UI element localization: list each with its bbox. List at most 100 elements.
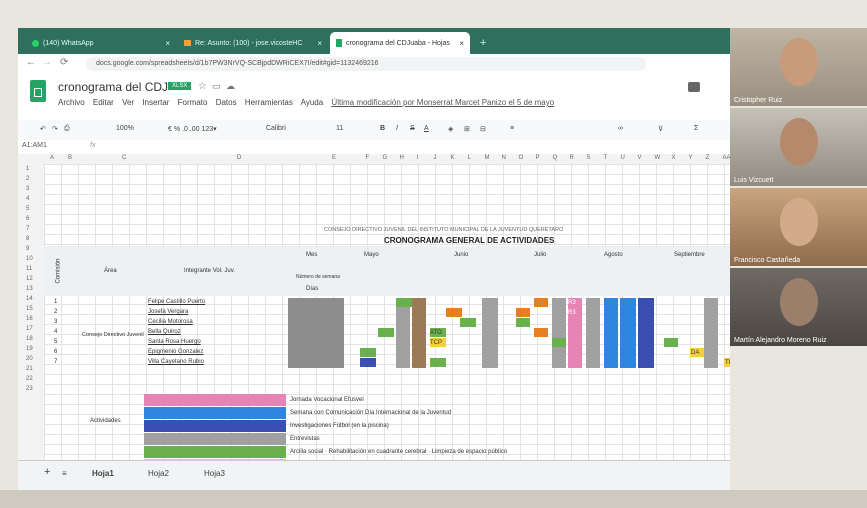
column-header-label[interactable]: O xyxy=(519,155,524,161)
menu-editar[interactable]: Editar xyxy=(93,98,114,107)
column-header-label[interactable]: I xyxy=(417,155,419,161)
fill-color-icon[interactable]: ◈ xyxy=(448,125,453,133)
bold-button[interactable]: B xyxy=(380,125,385,132)
column-header-label[interactable]: J xyxy=(434,155,437,161)
column-header-label[interactable]: N xyxy=(502,155,506,161)
move-icon[interactable]: ▭ xyxy=(212,81,221,92)
row-header-label[interactable]: 18 xyxy=(26,336,33,342)
column-header-label[interactable]: Z xyxy=(706,155,710,161)
row-header-label[interactable]: 16 xyxy=(26,316,33,322)
close-icon[interactable]: × xyxy=(459,39,464,48)
tab-cronograma[interactable]: cronograma del CDJuaba - Hojas × xyxy=(330,32,470,54)
row-header-label[interactable]: 12 xyxy=(26,276,33,282)
close-icon[interactable]: × xyxy=(165,39,170,48)
forward-icon[interactable]: → xyxy=(42,57,52,68)
spreadsheet-grid[interactable]: CONSEJO DIRECTIVO JUVENIL DEL INSTITUTO … xyxy=(44,164,730,484)
participant-tile[interactable]: Francisco Castañeda xyxy=(730,188,867,266)
print-icon[interactable]: ⎙ xyxy=(64,125,70,133)
name-box[interactable]: A1:AM1 xyxy=(22,142,47,149)
new-tab-button[interactable]: + xyxy=(474,32,494,54)
document-title[interactable]: cronograma del CDJ xyxy=(58,80,168,94)
font-size-select[interactable]: 11 xyxy=(336,125,343,132)
strikethrough-button[interactable]: S xyxy=(410,125,415,132)
column-header-label[interactable]: AA xyxy=(723,155,731,161)
filter-icon[interactable]: ⊽ xyxy=(658,125,663,133)
column-header-label[interactable]: S xyxy=(587,155,591,161)
menu-formato[interactable]: Formato xyxy=(178,98,208,107)
functions-icon[interactable]: Σ xyxy=(694,125,698,132)
column-header-label[interactable]: V xyxy=(638,155,642,161)
row-header-label[interactable]: 23 xyxy=(26,386,33,392)
menu-datos[interactable]: Datos xyxy=(216,98,237,107)
row-header-label[interactable]: 13 xyxy=(26,286,33,292)
column-header-label[interactable]: B xyxy=(68,155,72,161)
row-header-label[interactable]: 15 xyxy=(26,306,33,312)
number-format-buttons[interactable]: € % .0 .00 123▾ xyxy=(168,125,217,133)
row-header-label[interactable]: 1 xyxy=(26,166,29,172)
reload-icon[interactable]: ⟳ xyxy=(60,57,68,68)
tab-whatsapp[interactable]: (140) WhatsApp × xyxy=(26,32,176,54)
redo-icon[interactable]: ↷ xyxy=(52,125,58,133)
menu-ver[interactable]: Ver xyxy=(122,98,134,107)
url-field[interactable]: docs.google.com/spreadsheets/d/1b7PW3NrV… xyxy=(86,57,646,71)
link-icon[interactable]: ∞ xyxy=(618,125,623,132)
column-header-label[interactable]: G xyxy=(383,155,388,161)
column-header-label[interactable]: T xyxy=(604,155,608,161)
column-header-label[interactable]: D xyxy=(237,155,241,161)
zoom-select[interactable]: 100% xyxy=(116,125,134,132)
column-header-label[interactable]: Y xyxy=(689,155,693,161)
last-modified-link[interactable]: Última modificación por Monserrat Marcet… xyxy=(331,98,554,107)
all-sheets-icon[interactable]: ≡ xyxy=(62,469,67,478)
row-header-label[interactable]: 20 xyxy=(26,356,33,362)
participant-tile[interactable]: Cristopher Ruiz xyxy=(730,28,867,106)
row-header-label[interactable]: 2 xyxy=(26,176,29,182)
italic-button[interactable]: I xyxy=(396,125,398,132)
back-icon[interactable]: ← xyxy=(26,57,36,68)
column-header-label[interactable]: E xyxy=(332,155,336,161)
column-header-label[interactable]: K xyxy=(451,155,455,161)
align-icon[interactable]: ≡ xyxy=(510,125,514,132)
add-sheet-icon[interactable]: + xyxy=(44,466,50,478)
column-header-label[interactable]: U xyxy=(621,155,625,161)
sheet-tab-hoja1[interactable]: Hoja1 xyxy=(92,469,114,478)
row-header-label[interactable]: 8 xyxy=(26,236,29,242)
row-header-label[interactable]: 4 xyxy=(26,196,29,202)
menu-herramientas[interactable]: Herramientas xyxy=(245,98,293,107)
row-header-label[interactable]: 11 xyxy=(26,266,32,272)
column-header-label[interactable]: H xyxy=(400,155,404,161)
font-select[interactable]: Calibri xyxy=(266,125,286,132)
merge-icon[interactable]: ⊟ xyxy=(480,125,486,133)
participant-tile[interactable]: Luis Vizcuett xyxy=(730,108,867,186)
column-header-label[interactable]: F xyxy=(366,155,370,161)
row-header-label[interactable]: 21 xyxy=(26,366,33,372)
row-header-label[interactable]: 5 xyxy=(26,206,29,212)
cloud-icon[interactable]: ☁ xyxy=(226,81,235,92)
row-header-label[interactable]: 7 xyxy=(26,226,29,232)
sheet-tab-hoja3[interactable]: Hoja3 xyxy=(204,469,225,478)
comments-icon[interactable] xyxy=(688,82,700,92)
text-color-button[interactable]: A xyxy=(424,125,429,132)
sheets-logo-icon[interactable] xyxy=(30,80,46,102)
column-header-label[interactable]: W xyxy=(655,155,661,161)
close-icon[interactable]: × xyxy=(317,39,322,48)
column-header-label[interactable]: P xyxy=(536,155,540,161)
participant-tile[interactable]: Martín Alejandro Moreno Ruiz xyxy=(730,268,867,346)
row-header-label[interactable]: 19 xyxy=(26,346,33,352)
column-header-label[interactable]: C xyxy=(122,155,126,161)
undo-icon[interactable]: ↶ xyxy=(40,125,46,133)
row-header-label[interactable]: 17 xyxy=(26,326,33,332)
borders-icon[interactable]: ⊞ xyxy=(464,125,470,133)
row-header-label[interactable]: 14 xyxy=(26,296,33,302)
row-header-label[interactable]: 6 xyxy=(26,216,29,222)
column-header-label[interactable]: M xyxy=(485,155,490,161)
row-header-label[interactable]: 10 xyxy=(26,256,33,262)
menu-archivo[interactable]: Archivo xyxy=(58,98,85,107)
row-header-label[interactable]: 3 xyxy=(26,186,29,192)
row-header-label[interactable]: 22 xyxy=(26,376,33,382)
column-header-label[interactable]: L xyxy=(468,155,471,161)
column-header-label[interactable]: A xyxy=(50,155,54,161)
menu-ayuda[interactable]: Ayuda xyxy=(301,98,324,107)
column-header-label[interactable]: X xyxy=(672,155,676,161)
row-header-label[interactable]: 9 xyxy=(26,246,29,252)
sheet-tab-hoja2[interactable]: Hoja2 xyxy=(148,469,169,478)
